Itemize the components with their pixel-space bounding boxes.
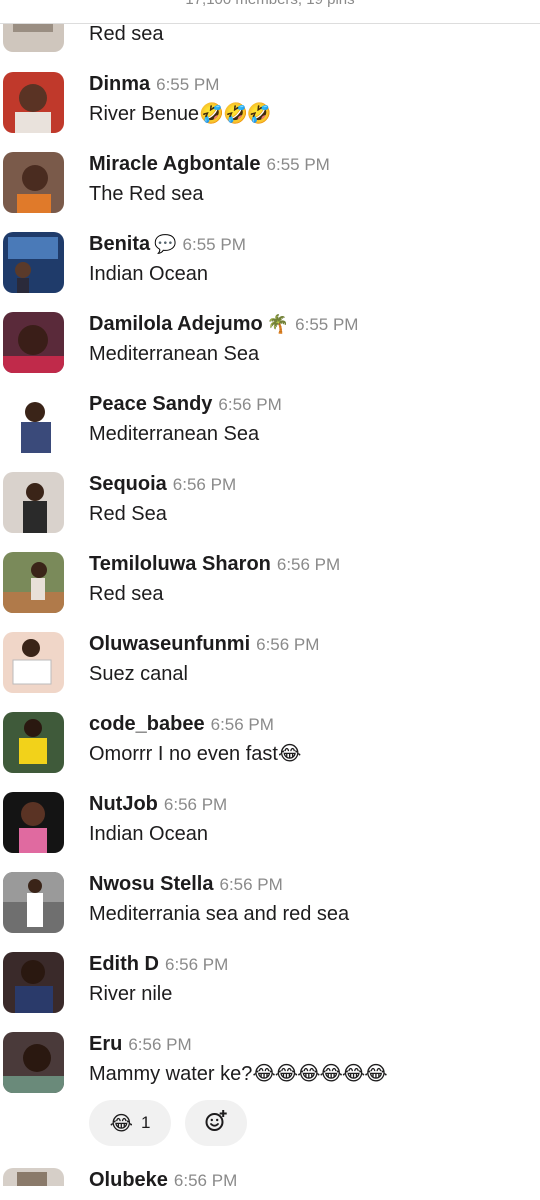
timestamp[interactable]: 6:56 PM [256,635,319,654]
message-text: Indian Ocean [89,821,208,847]
avatar[interactable] [3,152,64,213]
timestamp[interactable]: 6:56 PM [211,715,274,734]
author-name[interactable]: Temiloluwa Sharon [89,553,271,575]
author-name[interactable]: NutJob [89,793,158,815]
message-text: Mammy water ke?😂😂😂😂😂😂 [89,1061,388,1087]
message-text: Red sea [89,23,164,45]
message-text: The Red sea [89,181,204,207]
message-body: Indian Ocean [89,823,208,845]
message-text: River Benue🤣🤣🤣 [89,101,272,127]
avatar[interactable] [3,232,64,293]
message-text: River nile [89,981,172,1007]
author-name[interactable]: Nwosu Stella [89,873,213,895]
author-name[interactable]: Dinma [89,73,150,95]
avatar[interactable] [3,552,64,613]
message-body: River Benue [89,103,200,125]
message: Peace Sandy 6:56 PM Mediterranean Sea [0,391,540,471]
message-text: Red Sea [89,501,167,527]
avatar[interactable] [3,1168,64,1186]
avatar[interactable] [3,712,64,773]
author-name[interactable]: Oluwaseunfunmi [89,633,250,655]
message-body: Red Sea [89,503,167,525]
message: Edith D 6:56 PM River nile [0,951,540,1031]
message: Oluwaseunfunmi 6:56 PM Suez canal [0,631,540,711]
message: Dinma 6:55 PM River Benue🤣🤣🤣 [0,71,540,151]
timestamp[interactable]: 6:56 PM [277,555,340,574]
add-reaction-button[interactable] [185,1100,247,1146]
timestamp[interactable]: 6:56 PM [165,955,228,974]
message-text: Mediterranean Sea [89,421,259,447]
message-emoji: 🤣🤣🤣 [199,103,272,125]
author-name[interactable]: Edith D [89,953,159,975]
avatar[interactable] [3,472,64,533]
reaction-pill[interactable]: 😂 1 [89,1100,171,1146]
speech-bubble-status-icon: 💬 [154,234,177,254]
message-text: Suez canal [89,661,188,687]
avatar[interactable] [3,792,64,853]
message: Damilola Adejumo 🌴 6:55 PM Mediterranean S… [0,311,540,391]
timestamp[interactable]: 6:56 PM [164,795,227,814]
author-name[interactable]: Damilola Adejumo [89,313,263,335]
timestamp[interactable]: 6:55 PM [267,155,330,174]
message: code_babee 6:56 PM Omorrr I no even fast😂 [0,711,540,791]
author-name[interactable]: Miracle Agbontale [89,153,261,175]
author-name[interactable]: Sequoia [89,473,167,495]
message-text: Omorrr I no even fast😂 [89,741,301,767]
timestamp[interactable]: 6:56 PM [218,395,281,414]
reaction-count: 1 [140,1113,151,1132]
message-body: Suez canal [89,663,188,685]
avatar[interactable] [3,1032,64,1093]
author-name[interactable]: Benita [89,233,150,255]
message-emoji: 😂 [277,743,301,765]
message: Benita 💬 6:55 PM Indian Ocean [0,231,540,311]
message-body: River nile [89,983,173,1005]
message: Temiloluwa Sharon 6:56 PM Red sea [0,551,540,631]
tears-of-joy-icon: 😂 [109,1112,133,1135]
avatar[interactable] [3,72,64,133]
avatar[interactable] [3,392,64,453]
message-emoji: 😂😂😂😂😂😂 [252,1063,387,1085]
author-name[interactable]: Peace Sandy [89,393,212,415]
author-name[interactable]: Eru [89,1033,122,1055]
timestamp[interactable]: 6:56 PM [128,1035,191,1054]
message-body: Mediterrania sea and red sea [89,903,350,925]
message-text: Mediterranean Sea [89,341,259,367]
avatar[interactable] [3,952,64,1013]
timestamp[interactable]: 6:55 PM [183,235,246,254]
add-emoji-icon [204,1109,228,1138]
message-body: Red sea [89,583,164,605]
message: Nwosu Stella 6:56 PM Mediterrania sea and… [0,871,540,951]
channel-header: 17,100 members, 19 pins [0,0,540,24]
message-text: Indian Ocean [89,261,208,287]
avatar[interactable] [3,312,64,373]
message: Miracle Agbontale 6:55 PM The Red sea [0,151,540,231]
timestamp[interactable]: 6:55 PM [295,315,358,334]
message-body: Mammy water ke? [89,1063,253,1085]
message-text: Red sea [89,581,164,607]
channel-subtitle[interactable]: 17,100 members, 19 pins [0,0,540,8]
author-name[interactable]: code_babee [89,713,205,735]
palm-tree-status-icon: 🌴 [266,314,290,334]
timestamp[interactable]: 6:55 PM [156,75,219,94]
message-body: Indian Ocean [89,263,208,285]
message: Eru 6:56 PM Mammy water ke?😂😂😂😂😂😂 [0,1031,540,1111]
message: Sequoia 6:56 PM Red Sea [0,471,540,551]
timestamp[interactable]: 6:56 PM [173,475,236,494]
message-body: Mediterranean Sea [89,423,260,445]
timestamp[interactable]: 6:56 PM [219,875,282,894]
avatar[interactable] [3,632,64,693]
message-text: Mediterrania sea and red sea [89,901,349,927]
bottom-edge [0,1186,540,1200]
avatar[interactable] [3,872,64,933]
message-body: Mediterranean Sea [89,343,260,365]
message-body: The Red sea [89,183,204,205]
message: NutJob 6:56 PM Indian Ocean [0,791,540,871]
message-body: Omorrr I no even fast [89,743,278,765]
